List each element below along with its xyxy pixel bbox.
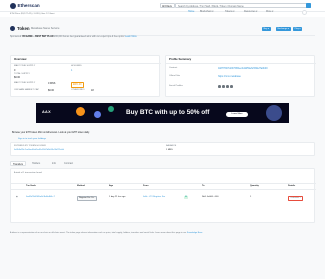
footnote-text: A token is a representation of an on-cha…	[10, 232, 187, 234]
tab-contract[interactable]: Contract	[62, 161, 75, 166]
sponsored-banner: Sponsored: BCGAME – BEST BET PLAN 200,00…	[10, 36, 137, 39]
details-overview-button[interactable]: Overview ↗	[288, 195, 304, 202]
total-supply-label: TOTAL SUPPLY	[14, 72, 30, 75]
txn-age: 1 day 21 hrs ago	[109, 196, 126, 198]
nav-more[interactable]: More ▾	[266, 10, 273, 15]
direction-badge: IN	[184, 195, 189, 199]
other-info-label: OTHER INFO	[71, 89, 85, 91]
sponsored-link[interactable]: Learn More	[125, 36, 137, 38]
col-to: To	[202, 184, 205, 187]
search-icon[interactable]	[306, 3, 311, 8]
max-supply-value: 0	[14, 68, 16, 72]
knowledge-base-link[interactable]: Knowledge Base	[187, 232, 203, 234]
play-button[interactable]: Play ▾	[293, 27, 303, 31]
btc-coin-icon	[76, 107, 85, 116]
col-txn-hash: Txn Hash	[26, 184, 36, 187]
site-logo-text[interactable]: Etherscan	[18, 3, 40, 9]
notice-bar: Browse your ETH token Mint on Etherscan.…	[12, 131, 90, 135]
eth-coin-icon	[94, 111, 101, 118]
official-site-label: Official Site	[169, 75, 181, 77]
sponsored-text: 200,000 bonus Get guaranteed wins with o…	[54, 36, 125, 38]
to-address[interactable]: Null: 0x000...000	[202, 196, 218, 199]
profile-summary-card: Profile Summary Contract 0x87f7907d2F76f…	[165, 55, 316, 97]
nav-blockchain[interactable]: Blockchain ▾	[200, 10, 213, 15]
col-from: From	[143, 184, 149, 187]
balance-value: 1 MNS	[166, 148, 173, 151]
exchange-button[interactable]: Exchange ▾	[276, 27, 291, 31]
page-footnote: A token is a representation of an on-cha…	[10, 232, 315, 235]
overview-card: Overview MAX TOTAL SUPPLY 0 HOLDERS 1 TO…	[10, 55, 161, 97]
etherscan-logo-icon[interactable]	[10, 2, 16, 9]
txn-hash-link[interactable]: 0xd2b78d24f5e8c3b0fa8b1c7	[26, 196, 55, 199]
total-supply-value: $0.00	[14, 76, 20, 79]
ad-learn-more-button[interactable]: Learn More	[226, 112, 248, 117]
market-cap-label: ONCHAIN MARKET CAP	[14, 89, 39, 91]
advertisement-banner[interactable]: AAX Buy BTC with up to 50% off Learn Mor…	[36, 103, 289, 123]
filtered-holder-card: FILTERED BY TOKEN HOLDER 0x2b9e95c2ce8aa…	[10, 142, 315, 156]
quantity-value: 1	[250, 196, 252, 198]
search-input[interactable]: Search by Address / Txn Hash / Block / T…	[175, 2, 311, 9]
official-site-link[interactable]: https://mns.metabase	[218, 75, 241, 78]
token-name: Metabase Name Service	[31, 27, 60, 31]
tab-info[interactable]: Info	[50, 161, 58, 166]
market-cap-value: $0.00	[48, 89, 54, 92]
github-icon[interactable]	[226, 85, 229, 88]
buy-button[interactable]: Buy ▾	[262, 27, 271, 31]
row-details-eye-icon[interactable]: ◉	[16, 196, 18, 199]
contract-address-link[interactable]: 0x87f7907d2F76f64ec4d4d59e6c5b8e7fa0b00	[218, 67, 268, 70]
astronaut-icon	[266, 105, 282, 121]
nav-home[interactable]: Home	[188, 10, 194, 15]
profile-title: Profile Summary	[169, 57, 192, 61]
col-quantity: Quantity	[250, 184, 259, 187]
social-profiles-label: Social Profiles	[169, 85, 183, 87]
token-logo-icon	[10, 26, 15, 31]
filter-title: FILTERED BY TOKEN HOLDER	[14, 144, 46, 147]
col-method: Method	[77, 184, 85, 187]
website-icon[interactable]	[218, 85, 221, 88]
page-title: Token	[17, 26, 30, 31]
sponsored-label: Sponsored:	[10, 36, 22, 38]
usdt-coin-icon	[108, 106, 114, 112]
sponsored-name[interactable]: BCGAME – BEST BET PLAN	[22, 36, 53, 38]
holder-address-link[interactable]: 0x2b9e95c2ce8aa44ef5a40c82d7d9e95c2bf7f2…	[14, 149, 64, 152]
method-badge: Register For Co...	[77, 195, 98, 202]
other-info-value: 18	[91, 89, 94, 92]
nav-resources[interactable]: Resources ▾	[244, 10, 257, 15]
stats-bar: ETH Price: $3,127.42 (+1.03%) Gas: 12 Gw…	[0, 12, 325, 17]
col-age[interactable]: Age	[109, 185, 113, 188]
contract-label: Contract	[169, 67, 178, 69]
tab-transfers[interactable]: Transfers	[10, 161, 27, 166]
overview-title: Overview	[14, 57, 27, 61]
nav-tokens[interactable]: Tokens ▾	[225, 10, 234, 15]
transactions-card: A total of 1 transaction found Txn Hash …	[10, 168, 316, 223]
transactions-summary: A total of 1 transaction found	[14, 172, 42, 174]
ethereum-network-icon[interactable]	[302, 9, 307, 15]
discord-icon[interactable]	[230, 85, 233, 88]
token-standard-badge: ERC-20	[71, 82, 84, 88]
holders-value[interactable]: 1	[71, 69, 72, 72]
ad-brand-logo: AAX	[42, 110, 51, 114]
search-filter-select[interactable]: All Filters	[160, 2, 175, 9]
twitter-icon[interactable]	[222, 85, 225, 88]
from-address-link[interactable]: 0x8c...f73 Register For	[143, 196, 165, 199]
holders-label: HOLDERS	[71, 65, 82, 67]
tab-holders[interactable]: Holders	[30, 161, 42, 166]
ad-headline: Buy BTC with up to 50% off	[126, 109, 210, 116]
max-total-supply-label: MAX TOTAL SUPPLY	[14, 82, 36, 84]
max-supply-label: MAX TOTAL SUPPLY	[14, 65, 36, 67]
balance-label: BALANCE	[166, 144, 177, 147]
max-total-supply-value: 0 MNS	[48, 82, 56, 85]
col-details: Details	[288, 184, 296, 187]
